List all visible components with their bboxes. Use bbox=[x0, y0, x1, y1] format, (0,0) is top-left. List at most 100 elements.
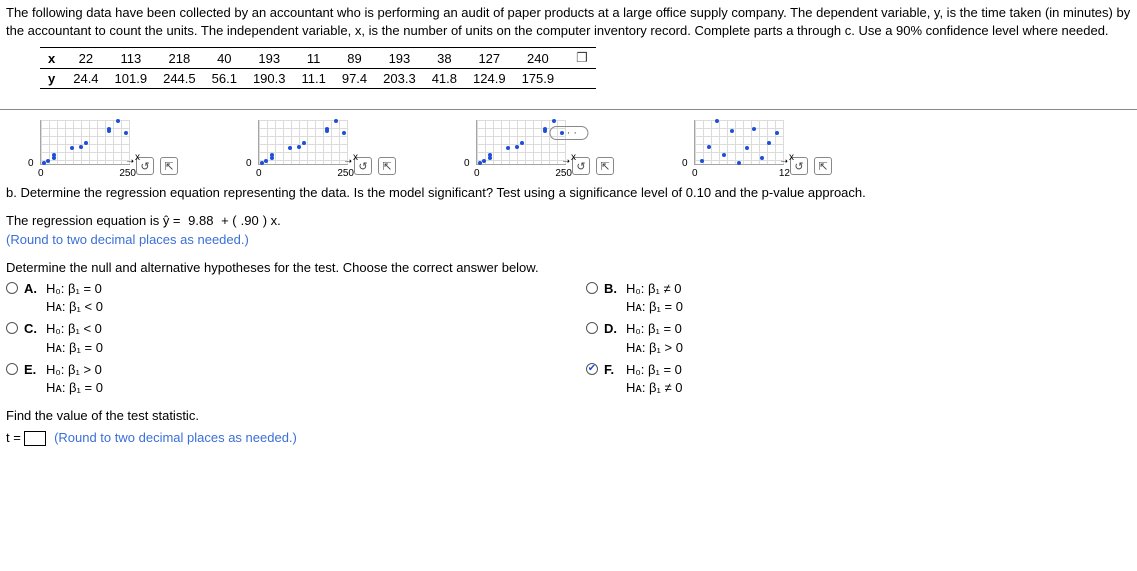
y-cell: 244.5 bbox=[155, 69, 204, 89]
y-cell: 175.9 bbox=[514, 69, 563, 89]
radio-icon[interactable] bbox=[6, 322, 18, 334]
option-letter: D. bbox=[604, 320, 620, 338]
b1-value: .90 bbox=[237, 211, 263, 231]
x-origin-label: 0 bbox=[474, 168, 480, 179]
x-origin-label: 0 bbox=[692, 168, 698, 179]
y-cell: 203.3 bbox=[375, 69, 424, 89]
y-origin-label: 0 bbox=[464, 158, 470, 169]
option-b[interactable]: B. H₀: β₁ ≠ 0 Hᴀ: β₁ = 0 bbox=[586, 279, 1131, 317]
x-var-label: x bbox=[353, 152, 358, 163]
radio-icon[interactable] bbox=[586, 322, 598, 334]
y-cell: 190.3 bbox=[245, 69, 294, 89]
option-letter: F. bbox=[604, 361, 620, 379]
x-cell: 218 bbox=[155, 48, 204, 69]
eq-suffix: x. bbox=[271, 213, 281, 228]
x-cell: 89 bbox=[334, 48, 375, 69]
arrow-right-icon: ➝ bbox=[126, 156, 134, 167]
x-cell: 22 bbox=[65, 48, 106, 69]
h0: H₀: β₁ = 0 bbox=[626, 321, 682, 336]
x-max-label: 12 bbox=[779, 168, 790, 179]
data-table: x 22 113 218 40 193 11 89 193 38 127 240… bbox=[0, 41, 1137, 95]
y-origin-label: 0 bbox=[246, 158, 252, 169]
x-cell: 113 bbox=[107, 48, 156, 69]
popout-icon[interactable]: ⇱ bbox=[596, 157, 614, 175]
y-cell: 56.1 bbox=[204, 69, 245, 89]
hypothesis-prompt: Determine the null and alternative hypot… bbox=[0, 250, 1137, 278]
round-hint: (Round to two decimal places as needed.) bbox=[6, 232, 249, 247]
x-origin-label: 0 bbox=[38, 168, 44, 179]
y-cell: 101.9 bbox=[107, 69, 156, 89]
option-letter: A. bbox=[24, 280, 40, 298]
problem-intro: The following data have been collected b… bbox=[0, 0, 1137, 41]
t-input[interactable] bbox=[24, 431, 46, 446]
ha: Hᴀ: β₁ = 0 bbox=[46, 340, 103, 355]
popout-icon[interactable]: ⇱ bbox=[160, 157, 178, 175]
x-cell: 193 bbox=[375, 48, 424, 69]
scatter-chart[interactable]: 0 0 250 x ➝ bbox=[248, 120, 348, 175]
y-origin-label: 0 bbox=[28, 158, 34, 169]
test-stat-line: t = (Round to two decimal places as need… bbox=[0, 426, 1137, 446]
part-b-prompt: b. Determine the regression equation rep… bbox=[0, 175, 1137, 203]
option-letter: B. bbox=[604, 280, 620, 298]
copy-icon[interactable]: ❐ bbox=[570, 50, 588, 65]
option-d[interactable]: D. H₀: β₁ = 0 Hᴀ: β₁ > 0 bbox=[586, 319, 1131, 357]
arrow-right-icon: ➝ bbox=[780, 156, 788, 167]
x-cell: 240 bbox=[514, 48, 563, 69]
x-cell: 11 bbox=[294, 48, 334, 69]
option-letter: C. bbox=[24, 320, 40, 338]
h0: H₀: β₁ = 0 bbox=[626, 362, 682, 377]
ha: Hᴀ: β₁ < 0 bbox=[46, 299, 103, 314]
x-var-label: x bbox=[571, 152, 576, 163]
y-cell: 124.9 bbox=[465, 69, 514, 89]
x-origin-label: 0 bbox=[256, 168, 262, 179]
x-max-label: 250 bbox=[337, 168, 354, 179]
t-hint: (Round to two decimal places as needed.) bbox=[54, 430, 297, 445]
scatter-chart[interactable]: 0 0 250 x ➝ bbox=[466, 120, 566, 175]
option-a[interactable]: A. H₀: β₁ = 0 Hᴀ: β₁ < 0 bbox=[6, 279, 566, 317]
radio-icon[interactable] bbox=[586, 363, 598, 375]
ha: Hᴀ: β₁ ≠ 0 bbox=[626, 380, 683, 395]
x-var-label: x bbox=[789, 152, 794, 163]
x-cell: 38 bbox=[424, 48, 465, 69]
popout-icon[interactable]: ⇱ bbox=[378, 157, 396, 175]
h0: H₀: β₁ ≠ 0 bbox=[626, 281, 681, 296]
ha: Hᴀ: β₁ > 0 bbox=[626, 340, 683, 355]
h0: H₀: β₁ = 0 bbox=[46, 281, 102, 296]
popout-icon[interactable]: ⇱ bbox=[814, 157, 832, 175]
h0: H₀: β₁ > 0 bbox=[46, 362, 102, 377]
x-max-label: 250 bbox=[555, 168, 572, 179]
y-cell: 97.4 bbox=[334, 69, 375, 89]
plus: + bbox=[221, 213, 232, 228]
radio-icon[interactable] bbox=[586, 282, 598, 294]
x-cell: 127 bbox=[465, 48, 514, 69]
radio-icon[interactable] bbox=[6, 282, 18, 294]
radio-icon[interactable] bbox=[6, 363, 18, 375]
divider bbox=[0, 109, 1137, 110]
x-cell: 193 bbox=[245, 48, 294, 69]
scatter-chart[interactable]: 0 0 250 x ➝ bbox=[30, 120, 130, 175]
option-e[interactable]: E. H₀: β₁ > 0 Hᴀ: β₁ = 0 bbox=[6, 360, 566, 398]
y-cell: 11.1 bbox=[294, 69, 334, 89]
arrow-right-icon: ➝ bbox=[344, 156, 352, 167]
answer-options: A. H₀: β₁ = 0 Hᴀ: β₁ < 0 B. H₀: β₁ ≠ 0 Hᴀ:… bbox=[0, 277, 1137, 398]
b0-value: 9.88 bbox=[184, 211, 217, 231]
option-c[interactable]: C. H₀: β₁ < 0 Hᴀ: β₁ = 0 bbox=[6, 319, 566, 357]
regression-equation: The regression equation is ŷ = 9.88 + (.… bbox=[0, 203, 1137, 250]
arrow-right-icon: ➝ bbox=[562, 156, 570, 167]
scatter-chart[interactable]: 0 0 12 x ➝ bbox=[684, 120, 784, 175]
ha: Hᴀ: β₁ = 0 bbox=[626, 299, 683, 314]
x-var-label: x bbox=[135, 152, 140, 163]
row-label-y: y bbox=[40, 69, 65, 89]
ha: Hᴀ: β₁ = 0 bbox=[46, 380, 103, 395]
y-origin-label: 0 bbox=[682, 158, 688, 169]
row-label-x: x bbox=[40, 48, 65, 69]
option-letter: E. bbox=[24, 361, 40, 379]
eq-prefix: The regression equation is ŷ = bbox=[6, 213, 184, 228]
y-cell: 24.4 bbox=[65, 69, 106, 89]
h0: H₀: β₁ < 0 bbox=[46, 321, 102, 336]
x-max-label: 250 bbox=[119, 168, 136, 179]
y-cell: 41.8 bbox=[424, 69, 465, 89]
option-f[interactable]: F. H₀: β₁ = 0 Hᴀ: β₁ ≠ 0 bbox=[586, 360, 1131, 398]
test-stat-prompt: Find the value of the test statistic. bbox=[0, 398, 1137, 426]
t-prefix: t = bbox=[6, 430, 24, 445]
